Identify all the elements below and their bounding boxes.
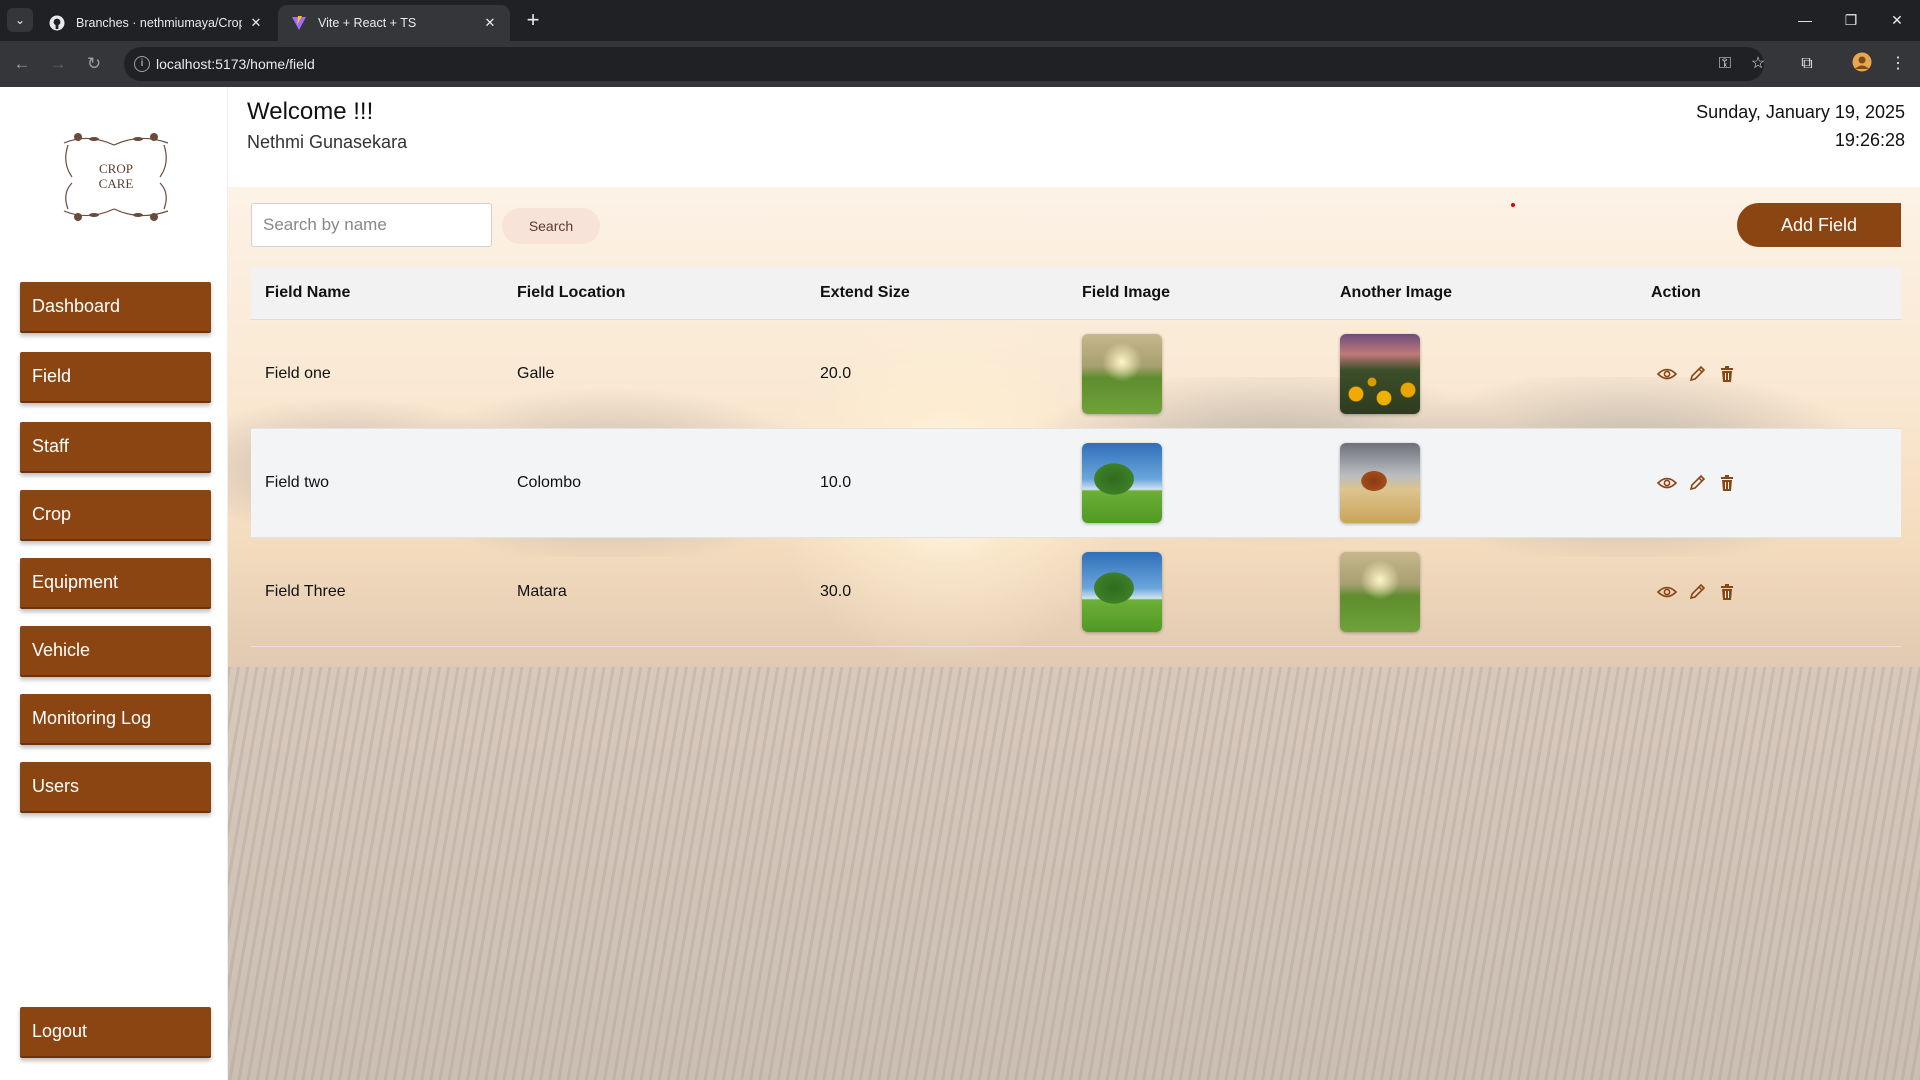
bookmark-star-icon[interactable]: ☆ <box>1746 52 1770 76</box>
table-row: Field Three Matara 30.0 <box>251 538 1901 647</box>
search-button[interactable]: Search <box>502 208 600 244</box>
field-location-cell: Colombo <box>517 474 582 491</box>
sidebar-item-label: Crop <box>32 504 72 524</box>
sidebar-item-label: Field <box>32 366 72 386</box>
extend-size-cell: 30.0 <box>820 583 852 600</box>
new-tab-icon[interactable]: + <box>520 8 546 34</box>
close-tab-icon[interactable]: ✕ <box>482 15 498 31</box>
fields-table: Field Name Field Location Extend Size Fi… <box>251 267 1901 647</box>
browser-tab-vite[interactable]: Vite + React + TS ✕ <box>278 5 510 41</box>
edit-pencil-icon[interactable] <box>1686 363 1708 385</box>
tab-search-icon[interactable]: ⌄ <box>7 8 33 32</box>
view-eye-icon[interactable] <box>1656 363 1678 385</box>
sidebar-item-dashboard[interactable]: Dashboard <box>20 282 211 333</box>
site-info-icon[interactable]: i <box>134 56 150 72</box>
table-header: Field Name Field Location Extend Size Fi… <box>251 267 1901 320</box>
sidebar-item-monitoring-log[interactable]: Monitoring Log <box>20 694 211 745</box>
welcome-heading: Welcome !!! <box>247 98 374 125</box>
tab-title: Vite + React + TS <box>318 16 417 30</box>
column-header[interactable]: Field Location <box>517 284 625 302</box>
sidebar-item-users[interactable]: Users <box>20 762 211 813</box>
sidebar-item-staff[interactable]: Staff <box>20 422 211 473</box>
sidebar-item-label: Equipment <box>32 572 119 592</box>
add-field-button[interactable]: Add Field <box>1737 203 1901 247</box>
extend-size-cell: 20.0 <box>820 365 852 382</box>
browser-tabbar: ⌄ Branches · nethmiumaya/CropC ✕ Vite + … <box>0 0 1920 41</box>
reload-icon[interactable]: ↻ <box>82 52 106 76</box>
logout-button[interactable]: Logout <box>20 1007 211 1058</box>
field-location-cell: Matara <box>517 583 567 600</box>
cursor-dot <box>1511 203 1515 207</box>
sidebar-item-crop[interactable]: Crop <box>20 490 211 541</box>
back-icon[interactable]: ← <box>10 52 34 76</box>
field-image[interactable] <box>1082 552 1162 632</box>
sidebar-item-label: Vehicle <box>32 640 91 660</box>
extend-size-cell: 10.0 <box>820 474 852 491</box>
tab-title: Branches · nethmiumaya/CropC <box>76 16 242 30</box>
field-name-cell: Field Three <box>265 583 346 600</box>
search-input[interactable] <box>251 203 492 247</box>
browser-addressbar: ← → ↻ i localhost:5173/home/field ⚿ ☆ ⧉ … <box>0 41 1920 87</box>
close-tab-icon[interactable]: ✕ <box>248 15 264 31</box>
sidebar-item-equipment[interactable]: Equipment <box>20 558 211 609</box>
sidebar-item-label: Staff <box>32 436 69 456</box>
column-header[interactable]: Field Image <box>1082 284 1170 302</box>
field-name-cell: Field one <box>265 365 331 382</box>
delete-trash-icon[interactable] <box>1716 472 1738 494</box>
browser-menu-icon[interactable]: ⋮ <box>1886 52 1910 76</box>
extensions-icon[interactable]: ⧉ <box>1795 52 1819 76</box>
url-text: localhost:5173/home/field <box>156 56 315 72</box>
main-content: Welcome !!! Nethmi Gunasekara Sunday, Ja… <box>228 87 1920 1080</box>
column-header[interactable]: Another Image <box>1340 284 1452 302</box>
vite-icon <box>290 14 308 32</box>
delete-trash-icon[interactable] <box>1716 363 1738 385</box>
column-header[interactable]: Extend Size <box>820 284 910 302</box>
view-eye-icon[interactable] <box>1656 581 1678 603</box>
app-root: CROP CARE Dashboard Field Staff Crop Equ… <box>0 87 1920 1080</box>
logout-label: Logout <box>32 1021 88 1041</box>
url-bar[interactable]: i localhost:5173/home/field <box>124 47 1764 81</box>
svg-text:CARE: CARE <box>99 176 134 191</box>
field-name-cell: Field two <box>265 474 330 491</box>
delete-trash-icon[interactable] <box>1716 581 1738 603</box>
password-key-icon[interactable]: ⚿ <box>1713 52 1737 76</box>
browser-tab-github[interactable]: Branches · nethmiumaya/CropC ✕ <box>36 5 276 41</box>
user-name: Nethmi Gunasekara <box>247 132 408 152</box>
sidebar: CROP CARE Dashboard Field Staff Crop Equ… <box>0 87 228 1080</box>
sidebar-item-label: Users <box>32 776 80 796</box>
github-icon <box>48 14 66 32</box>
edit-pencil-icon[interactable] <box>1686 472 1708 494</box>
crop-care-logo: CROP CARE <box>58 123 174 233</box>
profile-avatar[interactable] <box>1850 52 1874 76</box>
current-date: Sunday, January 19, 2025 <box>1696 102 1905 122</box>
minimize-icon[interactable]: — <box>1790 8 1820 32</box>
close-window-icon[interactable]: ✕ <box>1882 8 1912 32</box>
another-image[interactable] <box>1340 334 1420 414</box>
column-header[interactable]: Field Name <box>265 284 350 302</box>
field-image[interactable] <box>1082 334 1162 414</box>
sidebar-item-field[interactable]: Field <box>20 352 211 403</box>
another-image[interactable] <box>1340 443 1420 523</box>
field-image[interactable] <box>1082 443 1162 523</box>
restore-icon[interactable]: ❐ <box>1836 8 1866 32</box>
table-row: Field one Galle 20.0 <box>251 320 1901 429</box>
another-image[interactable] <box>1340 552 1420 632</box>
column-header[interactable]: Action <box>1651 284 1701 302</box>
edit-pencil-icon[interactable] <box>1686 581 1708 603</box>
sidebar-item-label: Monitoring Log <box>32 708 152 728</box>
svg-text:CROP: CROP <box>99 161 133 176</box>
table-row: Field two Colombo 10.0 <box>251 429 1901 538</box>
forward-icon[interactable]: → <box>46 52 70 76</box>
view-eye-icon[interactable] <box>1656 472 1678 494</box>
field-location-cell: Galle <box>517 365 555 382</box>
sidebar-item-vehicle[interactable]: Vehicle <box>20 626 211 677</box>
sidebar-item-label: Dashboard <box>32 296 121 316</box>
current-time: 19:26:28 <box>1834 130 1905 150</box>
